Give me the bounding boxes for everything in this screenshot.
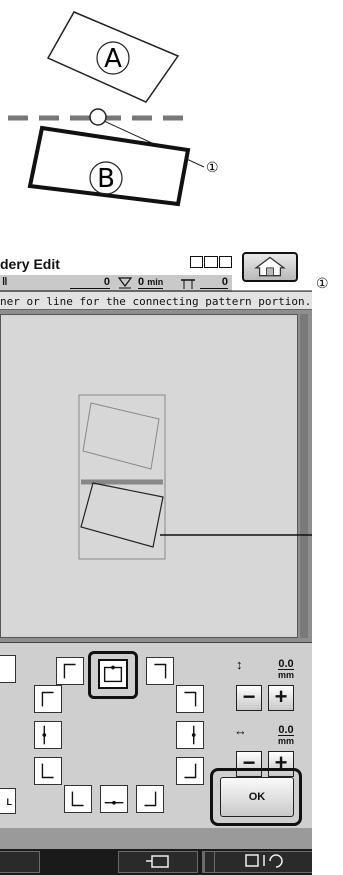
bottom-toolbar: ? bbox=[0, 849, 312, 875]
position-bottom-left-button[interactable] bbox=[64, 785, 92, 813]
left-edge-button[interactable] bbox=[0, 655, 16, 683]
home-button[interactable] bbox=[242, 252, 298, 282]
status-row: ‖ 0 0 min 0 bbox=[0, 275, 232, 291]
home-icon bbox=[254, 256, 286, 277]
pattern-preview bbox=[0, 314, 298, 638]
instruction-message: ner or line for the connecting pattern p… bbox=[0, 291, 312, 310]
screen-title: dery Edit bbox=[0, 256, 60, 272]
needle-icon bbox=[118, 277, 132, 289]
grid-display-button[interactable] bbox=[190, 256, 232, 268]
vertical-plus-button[interactable]: + bbox=[268, 685, 294, 711]
position-top-center-button[interactable] bbox=[98, 659, 128, 689]
connecting-point-panel: L ↕ 0.0 mm − + ↔ 0.0 mm − + OK bbox=[0, 642, 312, 828]
pattern-a-shape: A bbox=[46, 11, 180, 103]
machine-needle-icon bbox=[245, 854, 283, 868]
position-bottom-center-button[interactable] bbox=[100, 785, 128, 813]
preview-side-bar bbox=[300, 314, 308, 638]
position-middle-left-button[interactable] bbox=[34, 721, 62, 749]
position-upper-left-button[interactable] bbox=[34, 685, 62, 713]
ok-button[interactable]: OK bbox=[220, 777, 294, 817]
machine-screen: dery Edit ‖ 0 0 min 0 ner or line for th… bbox=[0, 250, 312, 875]
vertical-offset-value: 0.0 mm bbox=[278, 658, 295, 680]
left-edge-lower-button[interactable]: L bbox=[0, 788, 16, 814]
label-b: B bbox=[97, 164, 115, 194]
preview-callout-number: ① bbox=[316, 275, 329, 291]
panel-separator bbox=[0, 828, 312, 849]
back-button[interactable] bbox=[0, 851, 40, 873]
color-change-value: 0 bbox=[200, 276, 228, 289]
position-bottom-right-button[interactable] bbox=[136, 785, 164, 813]
pattern-b-shape: B bbox=[27, 125, 191, 207]
callout-number: ① bbox=[206, 159, 219, 175]
position-upper-right-button[interactable] bbox=[176, 685, 204, 713]
embroidery-frame-button[interactable] bbox=[118, 851, 198, 873]
machine-settings-button[interactable] bbox=[214, 851, 312, 873]
position-lower-left-button[interactable] bbox=[34, 757, 62, 785]
connection-point bbox=[89, 108, 107, 126]
label-a: A bbox=[104, 44, 122, 74]
stitch-count-value: 0 bbox=[70, 276, 110, 289]
position-middle-right-button[interactable] bbox=[176, 721, 204, 749]
embroidery-frame-icon bbox=[146, 855, 169, 868]
preview-callout-line bbox=[160, 534, 312, 536]
vertical-minus-button[interactable]: − bbox=[236, 685, 262, 711]
connection-diagram: A ① B bbox=[8, 11, 219, 207]
horizontal-arrow-icon: ↔ bbox=[234, 723, 247, 738]
position-top-left-button[interactable] bbox=[56, 657, 84, 685]
horizontal-offset-value: 0.0 mm bbox=[278, 724, 295, 746]
position-lower-right-button[interactable] bbox=[176, 757, 204, 785]
position-top-right-button[interactable] bbox=[146, 657, 174, 685]
vertical-arrow-icon: ↕ bbox=[236, 657, 243, 672]
thread-change-icon bbox=[181, 279, 195, 289]
time-value: 0 min bbox=[138, 276, 164, 289]
pattern-preview-drawing bbox=[78, 394, 166, 560]
